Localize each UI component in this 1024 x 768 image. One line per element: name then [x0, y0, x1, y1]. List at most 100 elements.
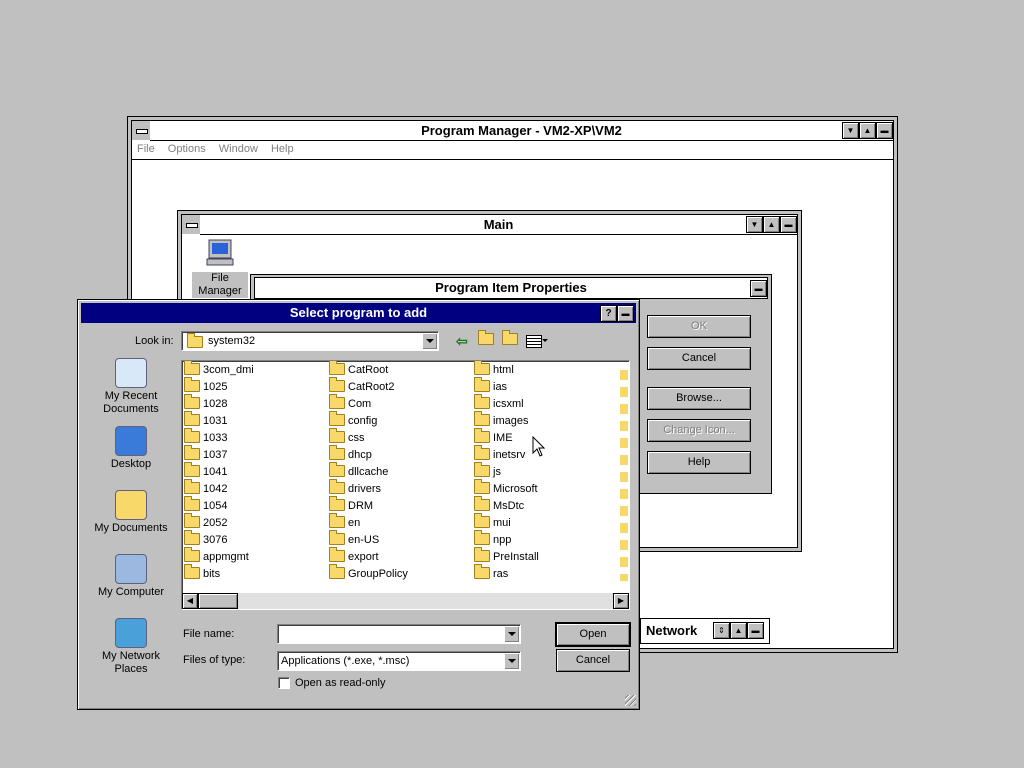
- group-minimize-icon[interactable]: ▬: [780, 216, 797, 233]
- scroll-left-icon[interactable]: ◀: [182, 593, 198, 609]
- look-in-value: system32: [208, 335, 256, 347]
- chevron-down-icon[interactable]: [422, 333, 437, 349]
- folder-item[interactable]: ras: [474, 564, 508, 582]
- horizontal-scrollbar[interactable]: ◀ ▶: [182, 593, 629, 609]
- dialog-title: Select program to add: [289, 305, 428, 320]
- group-system-menu-icon[interactable]: [182, 215, 201, 234]
- folder-item[interactable]: Microsoft: [474, 479, 538, 497]
- folder-item[interactable]: config: [329, 411, 377, 429]
- view-menu-icon[interactable]: [526, 335, 542, 348]
- folder-item[interactable]: 1042: [184, 479, 227, 497]
- folder-item[interactable]: dllcache: [329, 462, 388, 480]
- folder-item[interactable]: CatRoot: [329, 361, 388, 378]
- folder-item[interactable]: 1037: [184, 445, 227, 463]
- my-documents-icon: [115, 490, 147, 520]
- scroll-thumb[interactable]: [198, 593, 238, 609]
- group-scroll-icon[interactable]: ▼: [746, 216, 763, 233]
- new-folder-icon[interactable]: [502, 330, 521, 347]
- scroll-right-icon[interactable]: ▶: [613, 593, 629, 609]
- folder-item[interactable]: js: [474, 462, 501, 480]
- minimize-icon[interactable]: ▬: [876, 122, 893, 139]
- look-in-dropdown[interactable]: system32: [181, 331, 439, 351]
- file-name-chevron-icon[interactable]: [504, 626, 519, 642]
- folder-item[interactable]: en: [329, 513, 360, 531]
- system-menu-icon[interactable]: [132, 121, 151, 140]
- folder-item[interactable]: CatRoot2: [329, 377, 394, 395]
- menu-options[interactable]: Options: [163, 141, 211, 157]
- folder-item[interactable]: mui: [474, 513, 511, 531]
- folder-item[interactable]: 1033: [184, 428, 227, 446]
- folder-item[interactable]: npp: [474, 530, 511, 548]
- help-icon[interactable]: ?: [600, 305, 617, 322]
- dialog-close-icon[interactable]: ▬: [617, 305, 634, 322]
- files-of-type-chevron-icon[interactable]: [504, 653, 519, 669]
- folder-item[interactable]: 1031: [184, 411, 227, 429]
- up-folder-icon[interactable]: [478, 330, 497, 347]
- read-only-checkbox[interactable]: [278, 677, 290, 689]
- folder-icon: [329, 411, 345, 427]
- folder-item[interactable]: Com: [329, 394, 371, 412]
- folder-item[interactable]: dhcp: [329, 445, 372, 463]
- folder-item[interactable]: 3076: [184, 530, 227, 548]
- folder-name: dhcp: [348, 449, 372, 461]
- folder-item[interactable]: DRM: [329, 496, 373, 514]
- folder-item[interactable]: ias: [474, 377, 507, 395]
- maximize-icon[interactable]: ▲: [859, 122, 876, 139]
- place-desktop[interactable]: Desktop: [92, 426, 170, 471]
- place-network-places[interactable]: My Network Places: [92, 618, 170, 676]
- read-only-label[interactable]: Open as read-only: [295, 677, 386, 689]
- file-name-input[interactable]: [277, 624, 521, 644]
- folder-item[interactable]: 1025: [184, 377, 227, 395]
- properties-cancel-button[interactable]: Cancel: [647, 347, 751, 370]
- folder-item[interactable]: 1041: [184, 462, 227, 480]
- folder-item[interactable]: MsDtc: [474, 496, 524, 514]
- folder-icon: [329, 530, 345, 546]
- folder-icon: [329, 394, 345, 410]
- resize-grip-icon[interactable]: [625, 695, 636, 706]
- folder-item[interactable]: IME: [474, 428, 513, 446]
- folder-item[interactable]: GroupPolicy: [329, 564, 408, 582]
- help-button[interactable]: Help: [647, 451, 751, 474]
- change-icon-button[interactable]: Change Icon...: [647, 419, 751, 442]
- network-group-minimized[interactable]: Network ⇕ ▲ ▬: [640, 618, 770, 644]
- folder-item[interactable]: drivers: [329, 479, 381, 497]
- menu-file[interactable]: File: [132, 141, 160, 157]
- folder-item[interactable]: html: [474, 361, 514, 378]
- files-of-type-dropdown[interactable]: Applications (*.exe, *.msc): [277, 651, 521, 671]
- cancel-button[interactable]: Cancel: [556, 649, 630, 672]
- folder-item[interactable]: PreInstall: [474, 547, 539, 565]
- network-minimize-icon[interactable]: ▬: [747, 622, 764, 639]
- folder-item[interactable]: en-US: [329, 530, 379, 548]
- place-my-documents[interactable]: My Documents: [92, 490, 170, 535]
- folder-item[interactable]: appmgmt: [184, 547, 249, 565]
- folder-item[interactable]: 1028: [184, 394, 227, 412]
- ok-button[interactable]: OK: [647, 315, 751, 338]
- menu-window[interactable]: Window: [214, 141, 263, 157]
- file-manager-item[interactable]: File Manager: [192, 235, 248, 299]
- file-list[interactable]: 3com_dmi 1025 1028 1031 1033 1037 1041 1042 1054…: [181, 360, 630, 610]
- folder-item[interactable]: bits: [184, 564, 220, 582]
- folder-name: Microsoft: [493, 483, 538, 495]
- mouse-cursor-icon: [532, 436, 546, 457]
- folder-name: icsxml: [493, 398, 524, 410]
- view-menu-chevron-icon[interactable]: [542, 339, 548, 342]
- folder-item[interactable]: css: [329, 428, 365, 446]
- folder-item[interactable]: export: [329, 547, 379, 565]
- menu-help[interactable]: Help: [266, 141, 299, 157]
- scroll-down-icon[interactable]: ▼: [842, 122, 859, 139]
- group-maximize-icon[interactable]: ▲: [763, 216, 780, 233]
- folder-item[interactable]: inetsrv: [474, 445, 525, 463]
- network-restore-icon[interactable]: ⇕: [713, 622, 730, 639]
- properties-close-icon[interactable]: ▬: [750, 280, 767, 297]
- browse-button[interactable]: Browse...: [647, 387, 751, 410]
- folder-item[interactable]: 1054: [184, 496, 227, 514]
- back-icon[interactable]: ⇦: [456, 333, 468, 350]
- folder-item[interactable]: images: [474, 411, 528, 429]
- open-button[interactable]: Open: [555, 622, 631, 647]
- place-recent-documents[interactable]: My Recent Documents: [92, 358, 170, 416]
- place-my-computer[interactable]: My Computer: [92, 554, 170, 599]
- network-maximize-icon[interactable]: ▲: [730, 622, 747, 639]
- folder-item[interactable]: 3com_dmi: [184, 361, 254, 378]
- folder-item[interactable]: 2052: [184, 513, 227, 531]
- folder-item[interactable]: icsxml: [474, 394, 524, 412]
